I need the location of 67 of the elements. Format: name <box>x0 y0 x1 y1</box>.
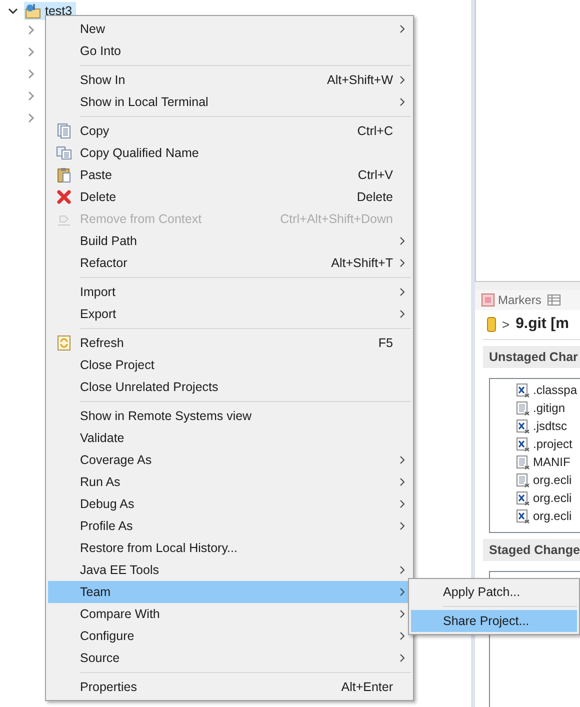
chevron-right-icon[interactable] <box>26 113 36 123</box>
menu-item[interactable]: Show in Remote Systems view <box>48 405 411 427</box>
chevron-right-icon[interactable] <box>26 47 36 57</box>
table-icon <box>547 293 562 307</box>
clipboard-icon <box>57 167 71 183</box>
delete-icon <box>57 190 71 204</box>
file-name[interactable]: org.ecli <box>533 507 572 525</box>
copy-icon <box>57 123 71 139</box>
menu-item[interactable]: Team <box>48 581 411 603</box>
file-name[interactable]: MANIF <box>533 453 570 471</box>
xml-file-icon <box>516 508 530 524</box>
menu-item[interactable]: Refresh F5 <box>48 332 411 354</box>
file-name[interactable]: org.ecli <box>533 489 572 507</box>
markers-icon <box>481 293 495 307</box>
section-header: Unstaged Char <box>483 346 580 368</box>
chevron-down-icon[interactable] <box>8 6 18 16</box>
repository-title: 9.git [m <box>516 314 569 334</box>
refresh-icon <box>57 335 71 351</box>
menu-item[interactable]: Show in Local Terminal <box>48 91 411 113</box>
text-file-icon <box>516 400 530 416</box>
menu-item[interactable]: Export <box>48 303 411 325</box>
file-name[interactable]: org.ecli <box>533 471 572 489</box>
project-folder-icon <box>24 3 42 19</box>
menu-item[interactable]: Apply Patch... <box>411 581 577 603</box>
menu-item[interactable]: Copy Qualified Name <box>48 142 411 164</box>
breadcrumb-arrow: > <box>502 316 510 334</box>
menu-item[interactable]: Close Unrelated Projects <box>48 376 411 398</box>
menu-item[interactable]: Source <box>48 647 411 669</box>
menu-item[interactable]: Import <box>48 281 411 303</box>
xml-file-icon <box>516 436 530 452</box>
file-name[interactable]: .project <box>533 435 572 453</box>
menu-item[interactable]: Refactor Alt+Shift+T <box>48 252 411 274</box>
menu-item[interactable]: Java EE Tools <box>48 559 411 581</box>
menu-item[interactable]: Delete Delete <box>48 186 411 208</box>
menu-item[interactable]: New <box>48 18 411 40</box>
copy-document-icon <box>56 146 72 160</box>
menu-item[interactable]: Profile As <box>48 515 411 537</box>
chevron-right-icon[interactable] <box>26 25 36 35</box>
file-name[interactable]: .gitign <box>533 399 566 417</box>
xml-file-icon <box>516 418 530 434</box>
menu-item[interactable]: Build Path <box>48 230 411 252</box>
file-name[interactable]: .jsdtsc <box>533 417 568 435</box>
file-name[interactable]: .classpa <box>533 381 578 399</box>
text-file-icon <box>516 454 530 470</box>
repository-icon <box>487 317 496 332</box>
view-tab[interactable] <box>547 293 562 307</box>
menu-item[interactable]: Configure <box>48 625 411 647</box>
chevron-right-icon[interactable] <box>26 69 36 79</box>
menu-item[interactable]: Properties Alt+Enter <box>48 676 411 698</box>
menu-item[interactable]: Close Project <box>48 354 411 376</box>
text-file-icon <box>516 472 530 488</box>
menu-item[interactable]: Copy Ctrl+C <box>48 120 411 142</box>
view-tab[interactable]: Markers <box>481 291 542 309</box>
menu-item[interactable]: Validate <box>48 427 411 449</box>
xml-file-icon <box>516 490 530 506</box>
menu-item[interactable]: Debug As <box>48 493 411 515</box>
menu-item[interactable]: Restore from Local History... <box>48 537 411 559</box>
xml-file-icon <box>516 382 530 398</box>
menu-item[interactable]: Coverage As <box>48 449 411 471</box>
menu-item[interactable]: Show In Alt+Shift+W <box>48 69 411 91</box>
menu-item[interactable]: Paste Ctrl+V <box>48 164 411 186</box>
menu-item[interactable]: Share Project... <box>411 610 577 632</box>
menu-item[interactable]: Run As <box>48 471 411 493</box>
section-header: Staged Change <box>483 539 580 561</box>
menu-item[interactable]: Go Into <box>48 40 411 62</box>
chevron-right-icon[interactable] <box>26 91 36 101</box>
menu-item[interactable]: Compare With <box>48 603 411 625</box>
